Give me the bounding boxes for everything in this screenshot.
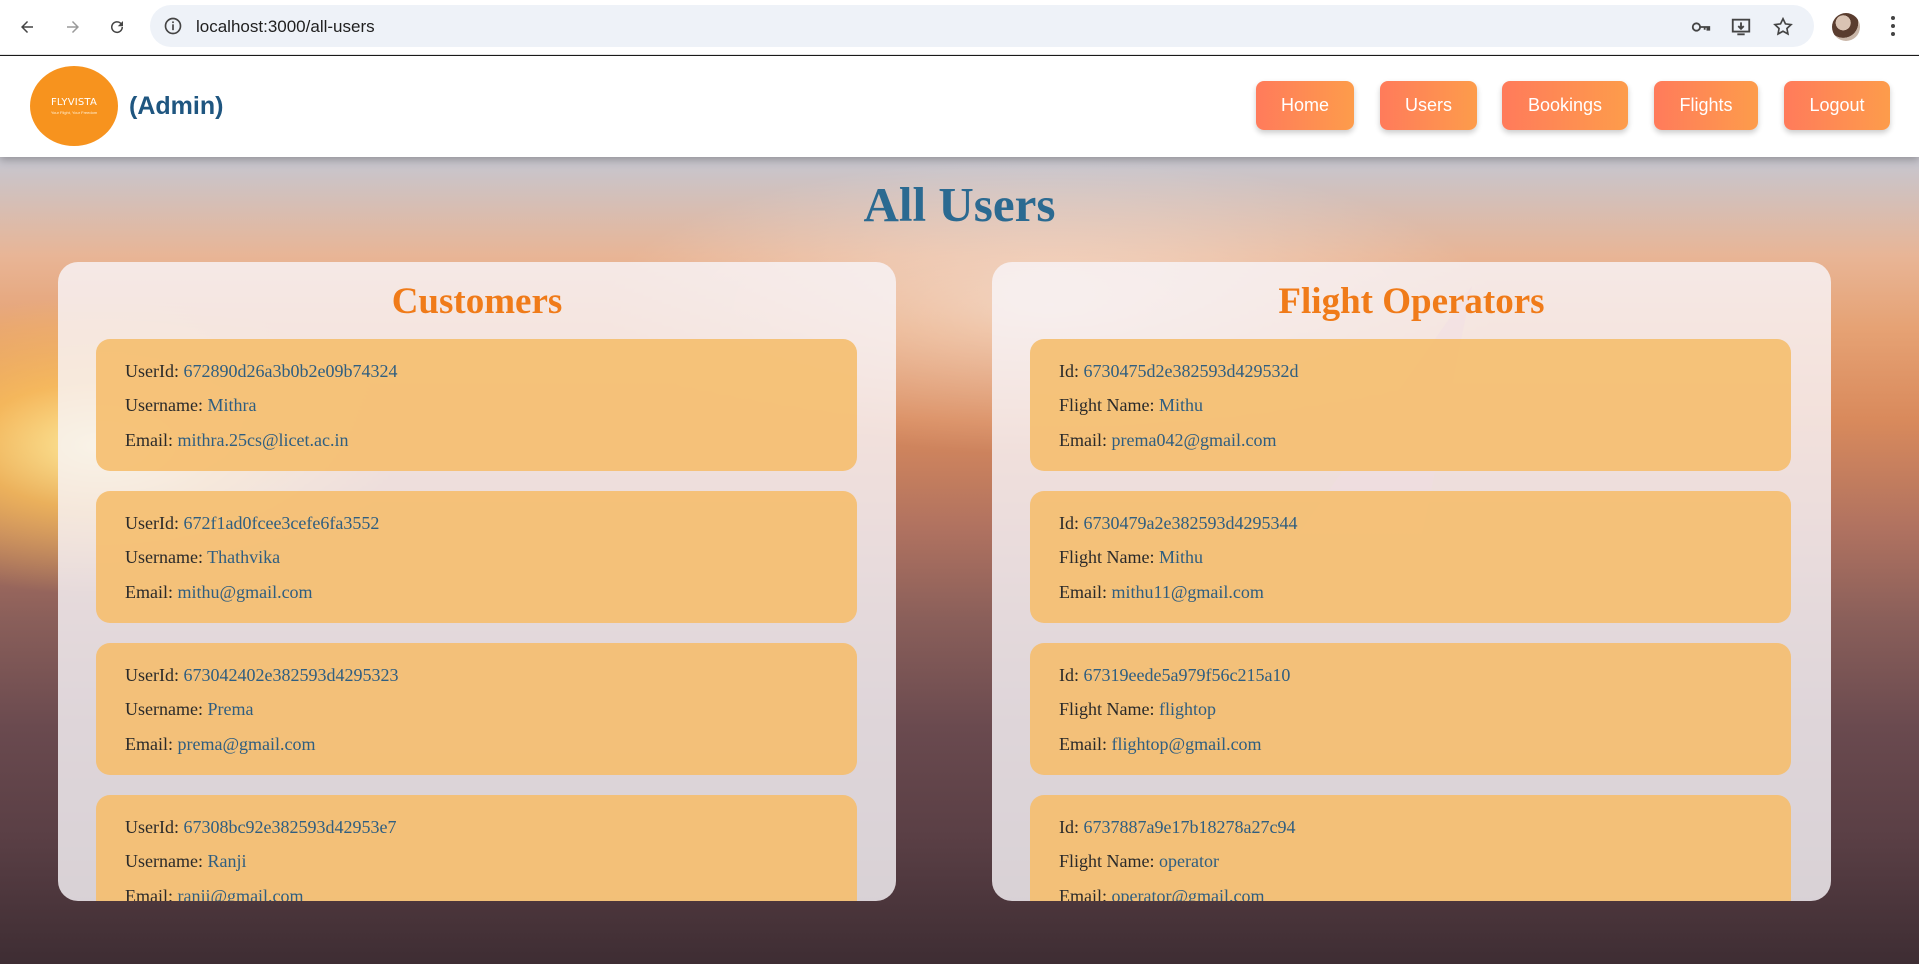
operator-name-line: Flight Name: operator: [1059, 851, 1219, 871]
logo-title: FLYVISTA: [50, 97, 97, 108]
profile-avatar[interactable]: [1832, 13, 1860, 41]
install-app-icon[interactable]: [1730, 16, 1752, 38]
customer-email-line: Email: prema@gmail.com: [125, 734, 316, 754]
operator-id-line: Id: 6730475d2e382593d429532d: [1059, 361, 1299, 381]
forward-icon[interactable]: [58, 12, 88, 42]
customer-email-line: Email: mithra.25cs@licet.ac.in: [125, 430, 349, 450]
operator-id-line: Id: 6730479a2e382593d4295344: [1059, 513, 1298, 533]
app-header: FLYVISTA Your Flight, Your Freedom (Admi…: [0, 56, 1919, 157]
customer-email-line: Email: mithu@gmail.com: [125, 582, 313, 602]
page-title: All Users: [863, 177, 1056, 232]
operator-card: Id: 6737887a9e17b18278a27c94 Flight Name…: [1030, 795, 1791, 901]
operators-title: Flight Operators: [1278, 281, 1545, 322]
page: FLYVISTA Your Flight, Your Freedom (Admi…: [0, 56, 1919, 964]
operator-id-line: Id: 6737887a9e17b18278a27c94: [1059, 817, 1296, 837]
address-bar[interactable]: localhost:3000/all-users: [150, 5, 1814, 47]
nav-home-button[interactable]: Home: [1256, 81, 1354, 130]
customer-email-line: Email: ranji@gmail.com: [125, 886, 304, 901]
customers-panel[interactable]: Customers UserId: 672890d26a3b0b2e09b743…: [58, 262, 896, 901]
more-menu-icon[interactable]: [1890, 14, 1896, 38]
customer-name-line: Username: Ranji: [125, 851, 247, 871]
browser-toolbar: localhost:3000/all-users: [0, 0, 1919, 55]
operator-card: Id: 6730479a2e382593d4295344 Flight Name…: [1030, 491, 1791, 623]
operator-name-line: Flight Name: Mithu: [1059, 547, 1204, 567]
customer-name-line: Username: Prema: [125, 699, 254, 719]
password-key-icon[interactable]: [1690, 16, 1712, 38]
operators-panel[interactable]: Flight Operators Id: 6730475d2e382593d42…: [992, 262, 1831, 901]
customers-title: Customers: [391, 281, 563, 322]
operator-email-line: Email: prema042@gmail.com: [1059, 430, 1277, 450]
operator-email-line: Email: flightop@gmail.com: [1059, 734, 1262, 754]
site-info-icon[interactable]: [163, 16, 183, 36]
nav-logout-button[interactable]: Logout: [1784, 81, 1890, 130]
customer-card: UserId: 673042402e382593d4295323 Usernam…: [96, 643, 857, 775]
operator-card: Id: 67319eede5a979f56c215a10 Flight Name…: [1030, 643, 1791, 775]
role-label: (Admin): [129, 92, 224, 120]
customer-name-line: Username: Thathvika: [125, 547, 281, 567]
back-icon[interactable]: [12, 12, 42, 42]
flyvista-logo[interactable]: FLYVISTA Your Flight, Your Freedom: [30, 66, 118, 146]
customer-card: UserId: 672f1ad0fcee3cefe6fa3552 Usernam…: [96, 491, 857, 623]
customer-name-line: Username: Mithra: [125, 395, 257, 415]
operator-card: Id: 6730475d2e382593d429532d Flight Name…: [1030, 339, 1791, 471]
customer-card: UserId: 672890d26a3b0b2e09b74324 Usernam…: [96, 339, 857, 471]
operator-email-line: Email: operator@gmail.com: [1059, 886, 1265, 901]
nav-flights-button[interactable]: Flights: [1654, 81, 1758, 130]
customer-card: UserId: 67308bc92e382593d42953e7 Usernam…: [96, 795, 857, 901]
customer-id-line: UserId: 672890d26a3b0b2e09b74324: [125, 361, 398, 381]
operator-email-line: Email: mithu11@gmail.com: [1059, 582, 1264, 602]
customer-id-line: UserId: 672f1ad0fcee3cefe6fa3552: [125, 513, 380, 533]
bookmark-star-icon[interactable]: [1772, 16, 1794, 38]
reload-icon[interactable]: [102, 12, 132, 42]
nav-users-button[interactable]: Users: [1380, 81, 1477, 130]
operator-id-line: Id: 67319eede5a979f56c215a10: [1059, 665, 1291, 685]
customer-id-line: UserId: 673042402e382593d4295323: [125, 665, 399, 685]
customer-id-line: UserId: 67308bc92e382593d42953e7: [125, 817, 397, 837]
operator-name-line: Flight Name: flightop: [1059, 699, 1216, 719]
url-text[interactable]: localhost:3000/all-users: [196, 17, 375, 37]
operator-name-line: Flight Name: Mithu: [1059, 395, 1204, 415]
nav-bookings-button[interactable]: Bookings: [1502, 81, 1628, 130]
logo-tagline: Your Flight, Your Freedom: [50, 110, 98, 115]
